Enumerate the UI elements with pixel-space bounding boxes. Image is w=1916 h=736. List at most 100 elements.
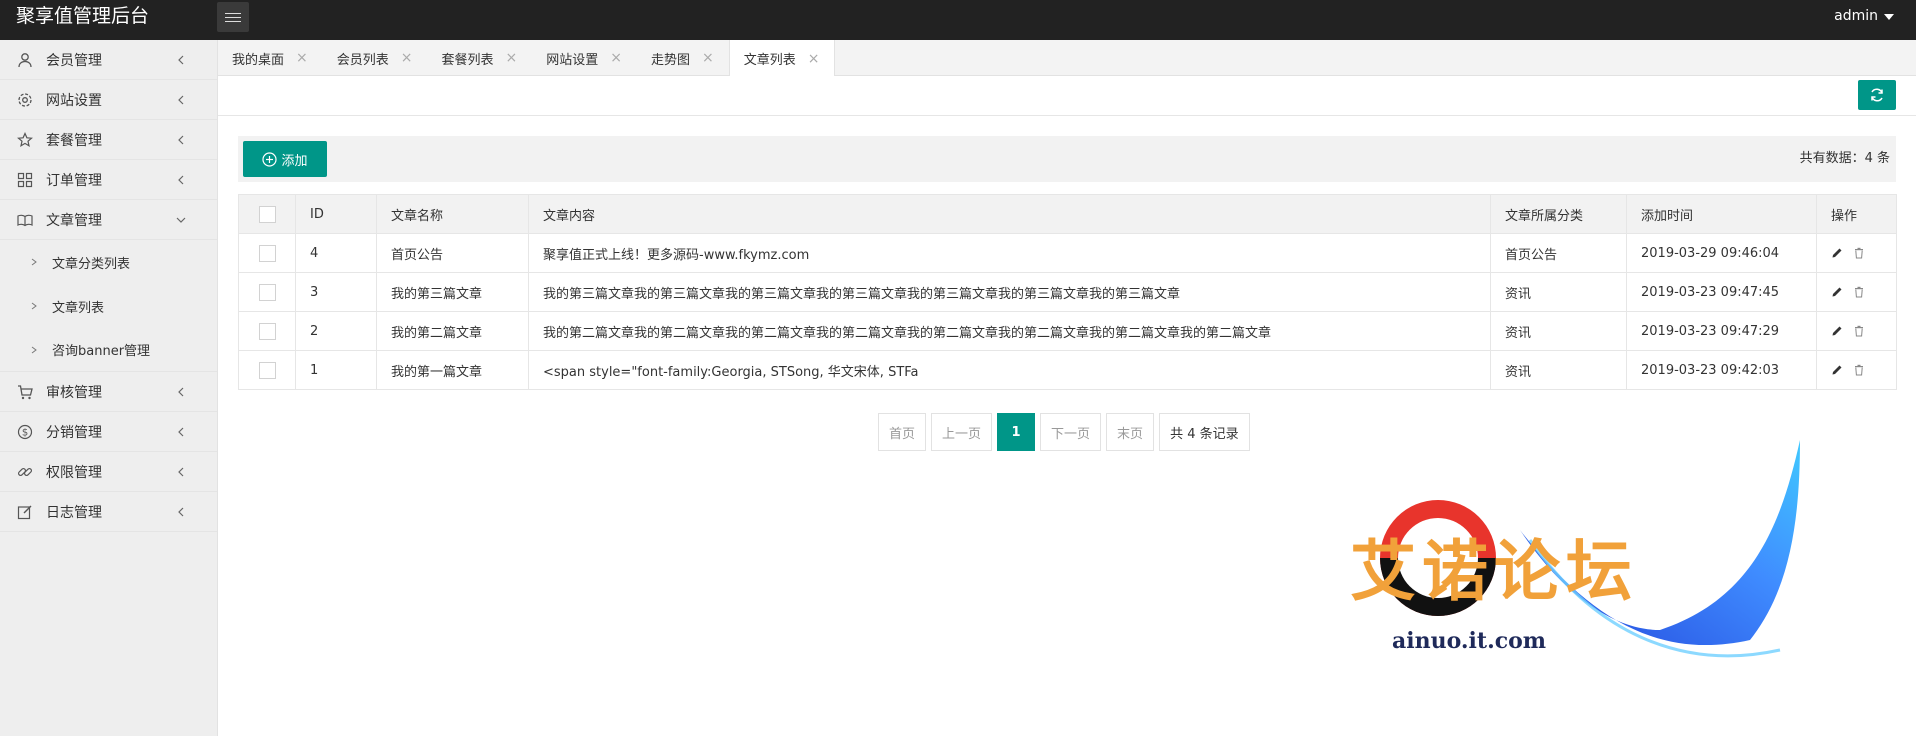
row-checkbox[interactable] [258,322,276,340]
watermark-text: 艾诺论坛 [1350,532,1638,610]
toolbar: 添加 共有数据：4 条 [238,136,1896,182]
record-count: 共 4 条记录 [1159,413,1250,451]
page-next-button[interactable]: 下一页 [1040,413,1102,451]
select-all-checkbox[interactable] [258,205,276,223]
tab-site-settings[interactable]: 网站设置 × [532,40,637,76]
trash-icon[interactable] [1853,247,1865,259]
row-checkbox[interactable] [258,361,276,379]
close-icon[interactable]: × [702,51,714,65]
cell-id: 3 [295,272,377,312]
sidebar-item-package[interactable]: 套餐管理 [0,120,217,160]
sidebar-item-distribution[interactable]: $ 分销管理 [0,412,217,452]
tab-bar: 我的桌面 × 会员列表 × 套餐列表 × 网站设置 × 走势图 × 文章列表 × [218,40,1916,77]
sidebar-item-label: 日志管理 [46,504,102,521]
sidebar-item-log[interactable]: 日志管理 [0,492,217,532]
close-icon[interactable]: × [610,51,622,65]
table-row: 4 首页公告 聚享值正式上线！更多源码-www.fkymz.com 首页公告 2… [238,233,1897,273]
tab-trend-chart[interactable]: 走势图 × [637,40,729,76]
article-table: ID 文章名称 文章内容 文章所属分类 添加时间 操作 4 首页公告 聚享值正式… [238,194,1897,390]
trash-icon[interactable] [1853,325,1865,337]
column-header-category: 文章所属分类 [1490,194,1627,234]
select-all-cell [238,194,296,234]
trash-icon[interactable] [1853,286,1865,298]
menu-toggle-button[interactable] [217,2,249,32]
cell-content: 我的第三篇文章我的第三篇文章我的第三篇文章我的第三篇文章我的第三篇文章我的第三篇… [528,272,1491,312]
sidebar-item-article[interactable]: 文章管理 [0,200,217,240]
brand-title: 聚享值管理后台 [16,5,150,27]
cell-time: 2019-03-23 09:47:29 [1626,311,1817,351]
tab-package-list[interactable]: 套餐列表 × [428,40,533,76]
page-prev-button[interactable]: 上一页 [931,413,993,451]
tab-label: 网站设置 [546,52,599,68]
column-header-name: 文章名称 [376,194,529,234]
row-checkbox[interactable] [258,283,276,301]
trash-icon[interactable] [1853,364,1865,376]
sidebar-subitem-article-list[interactable]: 文章列表 [0,284,217,328]
cell-actions [1816,272,1897,312]
refresh-button[interactable] [1858,80,1896,110]
sidebar-subitem-label: 咨询banner管理 [52,344,151,359]
cell-category: 资讯 [1490,272,1627,312]
edit-icon [16,503,34,521]
row-checkbox[interactable] [258,244,276,262]
table-row: 2 我的第二篇文章 我的第二篇文章我的第二篇文章我的第二篇文章我的第二篇文章我的… [238,311,1897,351]
edit-pencil-icon[interactable] [1831,364,1843,376]
sidebar-item-audit[interactable]: 审核管理 [0,372,217,412]
sidebar-item-site[interactable]: 网站设置 [0,80,217,120]
edit-pencil-icon[interactable] [1831,286,1843,298]
cell-content: 我的第二篇文章我的第二篇文章我的第二篇文章我的第二篇文章我的第二篇文章我的第二篇… [528,311,1491,351]
tab-label: 套餐列表 [441,52,494,68]
close-icon[interactable]: × [506,51,518,65]
cell-actions [1816,311,1897,351]
edit-pencil-icon[interactable] [1831,247,1843,259]
tab-article-list[interactable]: 文章列表 × [728,40,835,77]
chevron-right-icon [31,346,37,353]
chevron-left-icon [178,387,184,397]
chevron-left-icon [178,55,184,65]
sidebar-subitem-article-category[interactable]: 文章分类列表 [0,240,217,284]
sidebar-item-order[interactable]: 订单管理 [0,160,217,200]
cell-category: 首页公告 [1490,233,1627,273]
column-header-actions: 操作 [1816,194,1897,234]
cell-time: 2019-03-23 09:42:03 [1626,350,1817,390]
cell-name: 首页公告 [376,233,529,273]
grid-icon [16,171,34,189]
close-icon[interactable]: × [808,52,820,66]
table-row: 1 我的第一篇文章 <span style="font-family:Georg… [238,350,1897,390]
cell-actions [1816,233,1897,273]
page-first-button[interactable]: 首页 [878,413,927,451]
sidebar-item-label: 订单管理 [46,172,102,189]
add-button[interactable]: 添加 [243,141,327,177]
cell-time: 2019-03-23 09:47:45 [1626,272,1817,312]
cell-id: 4 [295,233,377,273]
link-icon [16,463,34,481]
sidebar: 会员管理 网站设置 套餐管理 订单管理 文章管理 文章分类列表 文章列表 咨询b… [0,40,218,736]
close-icon[interactable]: × [401,51,413,65]
row-select-cell [238,311,296,351]
tab-label: 我的桌面 [232,52,285,68]
user-menu[interactable]: admin [1834,0,1894,33]
sidebar-item-label: 文章管理 [46,212,102,229]
page-last-button[interactable]: 末页 [1106,413,1155,451]
cell-name: 我的第一篇文章 [376,350,529,390]
plus-circle-icon [262,151,278,167]
sidebar-item-permission[interactable]: 权限管理 [0,452,217,492]
tab-member-list[interactable]: 会员列表 × [323,40,428,76]
close-icon[interactable]: × [296,51,308,65]
sidebar-subitem-banner[interactable]: 咨询banner管理 [0,328,217,372]
tab-label: 会员列表 [336,52,389,68]
sidebar-subitem-label: 文章分类列表 [52,256,131,272]
edit-pencil-icon[interactable] [1831,325,1843,337]
hamburger-icon [225,12,241,23]
svg-text:$: $ [22,427,28,438]
column-header-time: 添加时间 [1626,194,1817,234]
page-current[interactable]: 1 [997,413,1036,451]
sidebar-item-member[interactable]: 会员管理 [0,40,217,80]
tab-desktop[interactable]: 我的桌面 × [218,40,323,76]
row-select-cell [238,350,296,390]
gear-icon [16,91,34,109]
cell-name: 我的第二篇文章 [376,311,529,351]
chevron-left-icon [178,507,184,517]
cart-icon [16,383,34,401]
sidebar-item-label: 分销管理 [46,424,102,441]
